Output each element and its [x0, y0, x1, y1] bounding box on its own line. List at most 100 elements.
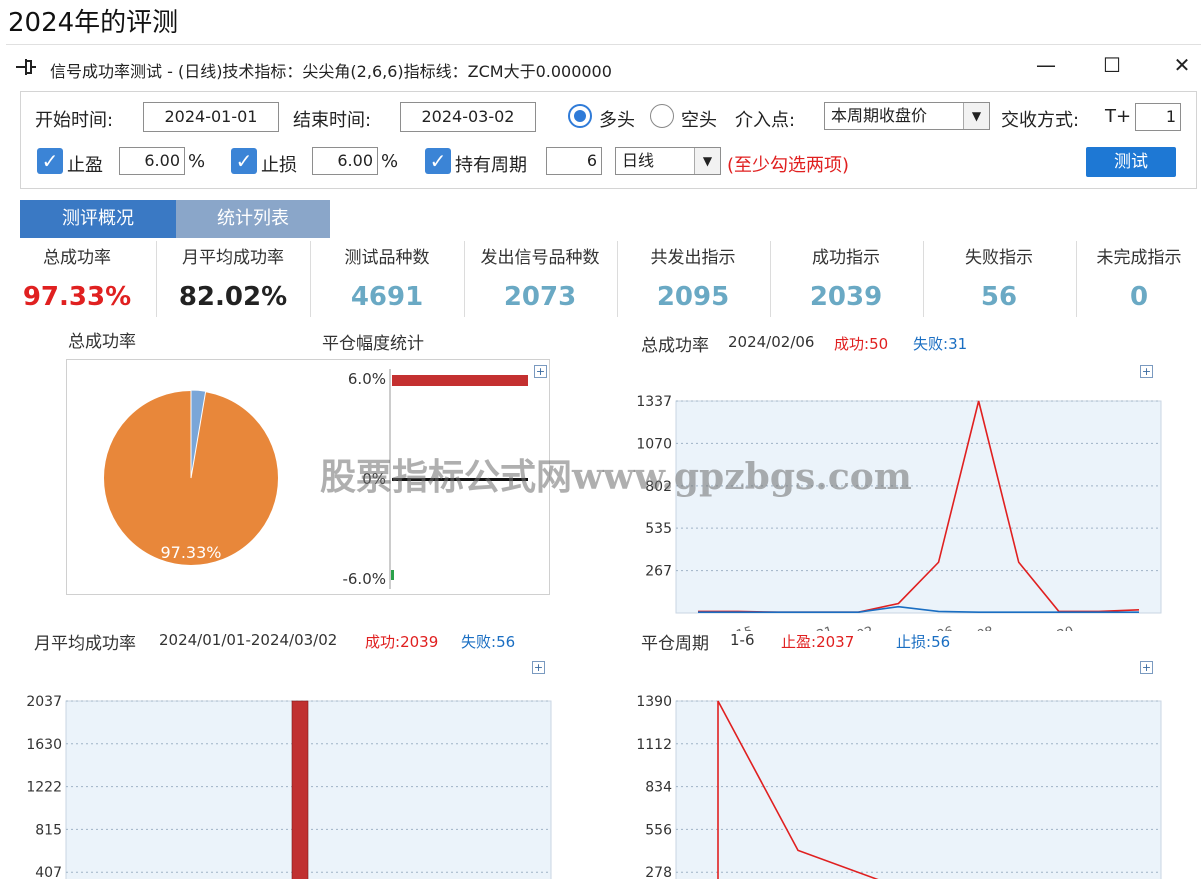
stat-total-success-rate: 总成功率 97.33% — [2, 243, 152, 312]
y-tick-label: 2037 — [26, 694, 62, 710]
pie-chart-title: 总成功率 — [68, 332, 136, 352]
entry-point-label: 介入点: — [735, 110, 796, 131]
take-profit-field[interactable]: 6.00 — [119, 147, 185, 175]
y-tick-label: 1222 — [26, 780, 62, 796]
maximize-button[interactable]: ☐ — [1092, 53, 1132, 77]
stat-value: 2039 — [809, 282, 883, 312]
y-tick-label: 556 — [645, 822, 672, 838]
parameter-panel: 开始时间: 2024-01-01 结束时间: 2024-03-02 多头 空头 … — [20, 91, 1197, 189]
end-time-label: 结束时间: — [293, 110, 372, 131]
stop-loss-checkbox[interactable]: ✓ — [231, 148, 257, 174]
hold-period-label: 持有周期 — [455, 155, 527, 176]
amplitude-bar — [391, 570, 394, 580]
stat-divider — [156, 241, 157, 317]
stat-monthly-success-rate: 月平均成功率 82.02% — [158, 243, 308, 312]
take-profit-checkbox[interactable]: ✓ — [37, 148, 63, 174]
long-radio[interactable] — [568, 104, 592, 128]
period-chart-range: 1-6 — [730, 631, 755, 649]
start-time-field[interactable]: 2024-01-01 — [143, 102, 279, 132]
chevron-down-icon[interactable]: ▼ — [694, 148, 720, 174]
y-tick-label: 1112 — [636, 737, 672, 753]
stat-fail-signals: 失败指示 56 — [924, 243, 1074, 312]
stat-label: 失败指示 — [965, 248, 1033, 268]
window-title: 信号成功率测试 - (日线)技术指标：尖尖角(2,6,6)指标线：ZCM大于0.… — [50, 62, 612, 81]
test-window: 信号成功率测试 - (日线)技术指标：尖尖角(2,6,6)指标线：ZCM大于0.… — [6, 44, 1201, 883]
settle-days-field[interactable]: 1 — [1135, 103, 1181, 131]
settle-label: 交收方式: — [1001, 110, 1080, 131]
y-tick-label: 802 — [645, 479, 672, 495]
stat-value: 2073 — [503, 282, 577, 312]
stat-value: 97.33% — [22, 282, 132, 312]
short-radio[interactable] — [650, 104, 674, 128]
y-tick-label: 278 — [645, 865, 672, 879]
closing-period-line-chart: 1390 1112 834 556 278 — [636, 694, 1162, 879]
stat-label: 未完成指示 — [1096, 248, 1182, 268]
selection-hint: (至少勾选两项) — [727, 155, 850, 176]
line-chart-date: 2024/02/06 — [728, 333, 815, 351]
amplitude-tick-label: 0% — [362, 470, 386, 488]
take-profit-percent: % — [188, 151, 206, 172]
hold-period-checkbox[interactable]: ✓ — [425, 148, 451, 174]
stat-label: 成功指示 — [812, 248, 880, 268]
line-plot-area — [675, 400, 1162, 614]
pin-icon[interactable] — [14, 57, 40, 79]
start-time-label: 开始时间: — [35, 110, 114, 131]
y-tick-label: 1337 — [636, 394, 672, 410]
pie-center-label: 97.33% — [160, 543, 221, 562]
stop-loss-label: 止损 — [261, 155, 297, 176]
period-type-select[interactable]: 日线 ▼ — [615, 147, 721, 175]
close-button[interactable]: ✕ — [1162, 53, 1201, 77]
short-label: 空头 — [681, 110, 717, 131]
stat-success-signals: 成功指示 2039 — [771, 243, 921, 312]
stop-loss-field[interactable]: 6.00 — [312, 147, 378, 175]
stat-value: 0 — [1129, 282, 1149, 312]
stat-divider — [310, 241, 311, 317]
amplitude-chart-title: 平仓幅度统计 — [322, 334, 424, 354]
amplitude-bar — [392, 375, 528, 386]
y-tick-label: 815 — [35, 822, 62, 838]
stop-loss-percent: % — [381, 151, 399, 172]
y-tick-label: 1070 — [636, 436, 672, 452]
y-tick-label: 535 — [645, 521, 672, 537]
period-plot-area — [675, 700, 1162, 879]
success-rate-line-chart: 1337107080253526720240115202401312024020… — [636, 394, 1162, 631]
end-time-field[interactable]: 2024-03-02 — [400, 102, 536, 132]
minimize-button[interactable]: — — [1026, 53, 1066, 77]
stat-total-signals: 共发出指示 2095 — [618, 243, 768, 312]
entry-point-value: 本周期收盘价 — [831, 106, 928, 125]
test-button[interactable]: 测试 — [1086, 147, 1176, 177]
stat-value: 2095 — [656, 282, 730, 312]
y-tick-label: 834 — [645, 780, 672, 796]
tab-overview[interactable]: 测评概况 — [20, 200, 176, 238]
y-tick-label: 407 — [35, 865, 62, 879]
stat-tested-symbols: 测试品种数 4691 — [312, 243, 462, 312]
x-tick-label: 20240220 — [1008, 624, 1076, 631]
period-type-value: 日线 — [622, 151, 655, 170]
x-tick-label: 20240131 — [767, 624, 835, 631]
y-tick-label: 1630 — [26, 737, 62, 753]
settle-prefix: T+ — [1105, 106, 1132, 127]
page-caption: 2024年的评测 — [8, 8, 179, 38]
stat-value: 56 — [980, 282, 1018, 312]
chevron-down-icon[interactable]: ▼ — [963, 103, 989, 129]
amplitude-chart: 6.0% 0% -6.0% — [342, 369, 528, 589]
stat-label: 测试品种数 — [344, 248, 430, 268]
tab-statistics-list[interactable]: 统计列表 — [176, 200, 330, 238]
pie-chart: 97.33% — [102, 389, 280, 567]
stat-label: 总成功率 — [43, 248, 111, 268]
amplitude-tick-label: 6.0% — [348, 370, 386, 388]
stat-label: 月平均成功率 — [182, 248, 284, 268]
monthly-chart-range: 2024/01/01-2024/03/02 — [159, 631, 338, 649]
stat-unfinished-signals: 未完成指示 0 — [1077, 243, 1201, 312]
long-label: 多头 — [599, 110, 635, 131]
bar-plot-area — [65, 700, 552, 879]
stat-signal-symbols: 发出信号品种数 2073 — [465, 243, 615, 312]
amplitude-tick-label: -6.0% — [342, 570, 386, 588]
take-profit-label: 止盈 — [67, 155, 103, 176]
monthly-bar-chart: 2037 1630 1222 815 407 — [26, 694, 552, 879]
stat-label: 发出信号品种数 — [480, 248, 600, 268]
x-tick-label: 20240206 — [888, 624, 956, 631]
hold-period-field[interactable]: 6 — [546, 147, 602, 175]
entry-point-select[interactable]: 本周期收盘价 ▼ — [824, 102, 990, 130]
bar-success — [291, 700, 309, 879]
